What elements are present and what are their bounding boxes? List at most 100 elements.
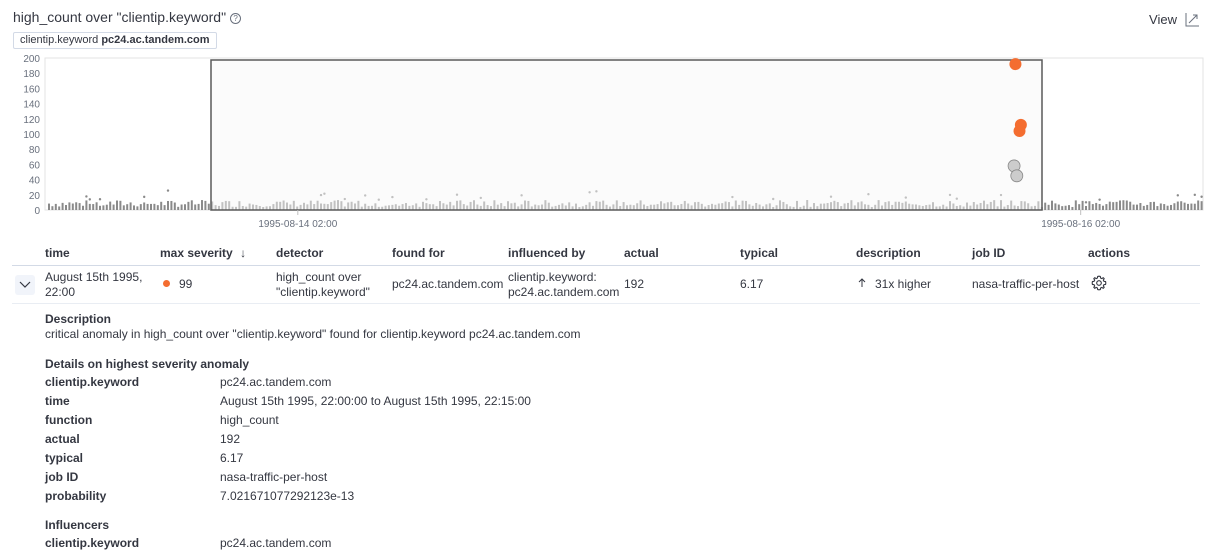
x-tick-label: 1995-08-14 02:00	[258, 219, 337, 230]
baseline-point	[1098, 198, 1101, 201]
cell-time: August 15th 1995, 22:00	[45, 270, 160, 300]
cell-influenced-by: clientip.keyword: pc24.ac.tandem.com	[508, 270, 624, 300]
cell-detector-line2: "clientip.keyword"	[276, 284, 370, 299]
baseline-bar	[105, 204, 108, 210]
baseline-bar	[163, 205, 166, 210]
baseline-bar	[1119, 200, 1121, 210]
sort-arrow-icon: ↓	[240, 246, 247, 260]
baseline-bar	[122, 205, 125, 210]
baseline-bar	[1136, 204, 1138, 210]
baseline-bar	[1149, 202, 1152, 210]
cell-job-id: nasa-traffic-per-host	[972, 277, 1080, 291]
detail-value: nasa-traffic-per-host	[220, 469, 328, 484]
detail-key: clientip.keyword	[45, 374, 140, 389]
baseline-bar	[180, 204, 183, 210]
baseline-bar	[58, 206, 61, 210]
y-tick-label: 40	[29, 176, 41, 187]
baseline-bar	[197, 203, 200, 210]
col-description[interactable]: description	[856, 244, 972, 265]
baseline-point	[143, 195, 146, 199]
detail-row: typical 6.17	[45, 448, 1195, 467]
baseline-bar	[1112, 202, 1115, 210]
anomaly-details: Description critical anomaly in high_cou…	[45, 312, 1195, 552]
baseline-bar	[153, 203, 156, 210]
baseline-bar	[102, 205, 105, 210]
col-max-severity[interactable]: max severity ↓	[160, 244, 276, 265]
entity-value: pc24.ac.tandem.com	[101, 34, 210, 46]
baseline-point	[1084, 201, 1088, 204]
arrow-up-icon	[858, 278, 866, 287]
baseline-bar	[109, 201, 112, 210]
anomaly-marker	[1010, 169, 1024, 183]
gear-icon[interactable]	[1091, 275, 1107, 291]
col-time[interactable]: time	[12, 244, 160, 265]
baseline-point	[1200, 195, 1203, 198]
detail-row: actual 192	[45, 429, 1195, 448]
selection-brush[interactable]	[210, 59, 1043, 211]
detail-value: high_count	[220, 412, 279, 427]
baseline-bar	[54, 203, 57, 210]
view-button[interactable]: View	[1149, 12, 1200, 27]
help-icon[interactable]: ?	[230, 13, 242, 24]
baseline-bar	[126, 204, 129, 210]
y-tick-label: 120	[23, 115, 40, 126]
detail-value: 192	[220, 431, 241, 446]
description-value: 31x higher	[875, 277, 932, 291]
detail-value: pc24.ac.tandem.com	[220, 374, 332, 389]
baseline-bar	[68, 202, 71, 210]
baseline-bar	[1064, 205, 1067, 210]
detail-row: job ID nasa-traffic-per-host	[45, 467, 1195, 486]
baseline-point	[85, 195, 88, 198]
y-tick-label: 160	[23, 84, 40, 95]
baseline-bar	[1187, 203, 1189, 210]
details-fields: clientip.keyword pc24.ac.tandem.com time Au…	[45, 372, 1195, 505]
influencers-heading: Influencers	[45, 518, 110, 532]
severity-dot-icon	[163, 280, 170, 287]
x-tick-label: 1995-08-16 02:00	[1041, 219, 1120, 230]
baseline-point	[166, 189, 170, 192]
baseline-bar	[1108, 201, 1111, 210]
baseline-bar	[194, 204, 197, 210]
detail-key: probability	[45, 488, 107, 503]
col-found-for[interactable]: found for	[392, 244, 508, 265]
y-tick-label: 0	[34, 206, 40, 217]
detail-row: probability 7.021671077292123e-13	[45, 486, 1195, 505]
detail-value: August 15th 1995, 22:00:00 to August 15t…	[220, 393, 531, 408]
view-label: View	[1149, 12, 1177, 27]
baseline-bar	[78, 203, 81, 210]
baseline-bar	[1047, 204, 1050, 210]
baseline-bar	[170, 200, 173, 210]
baseline-bar	[1170, 204, 1172, 210]
col-detector[interactable]: detector	[276, 244, 392, 265]
detail-value: 6.17	[220, 450, 244, 465]
baseline-bar	[1125, 200, 1128, 210]
baseline-bar	[119, 200, 122, 210]
baseline-bar	[1051, 200, 1053, 210]
col-typical[interactable]: typical	[740, 244, 856, 265]
baseline-bar	[61, 202, 64, 210]
cell-severity: 99	[160, 277, 276, 292]
baseline-bar	[1166, 205, 1169, 210]
baseline-bar	[1159, 203, 1162, 210]
detail-row: time August 15th 1995, 22:00:00 to August…	[45, 391, 1195, 410]
expand-cell	[12, 274, 45, 295]
baseline-bar	[204, 200, 207, 210]
anomaly-marker	[1013, 124, 1026, 137]
baseline-bar	[88, 203, 91, 210]
baseline-bar	[187, 201, 190, 210]
anomaly-chart[interactable]: 200180160140120100806040200 1995-08-14 0…	[0, 52, 1210, 234]
description-text: critical anomaly in high_count over "cli…	[45, 327, 581, 341]
col-influenced-by[interactable]: influenced by	[508, 244, 624, 265]
baseline-bar	[116, 200, 118, 210]
col-actual[interactable]: actual	[624, 244, 740, 265]
baseline-bar	[146, 203, 149, 210]
baseline-bar	[1183, 202, 1186, 210]
baseline-bar	[167, 200, 169, 210]
col-job-id[interactable]: job ID	[972, 244, 1088, 265]
chevron-down-icon[interactable]	[15, 274, 35, 295]
y-axis: 200180160140120100806040200	[23, 54, 40, 217]
cell-influenced-line1: clientip.keyword:	[508, 269, 597, 284]
cell-found-for: pc24.ac.tandem.com	[392, 277, 504, 291]
baseline-bar	[1193, 203, 1196, 210]
baseline-bar	[99, 205, 101, 210]
